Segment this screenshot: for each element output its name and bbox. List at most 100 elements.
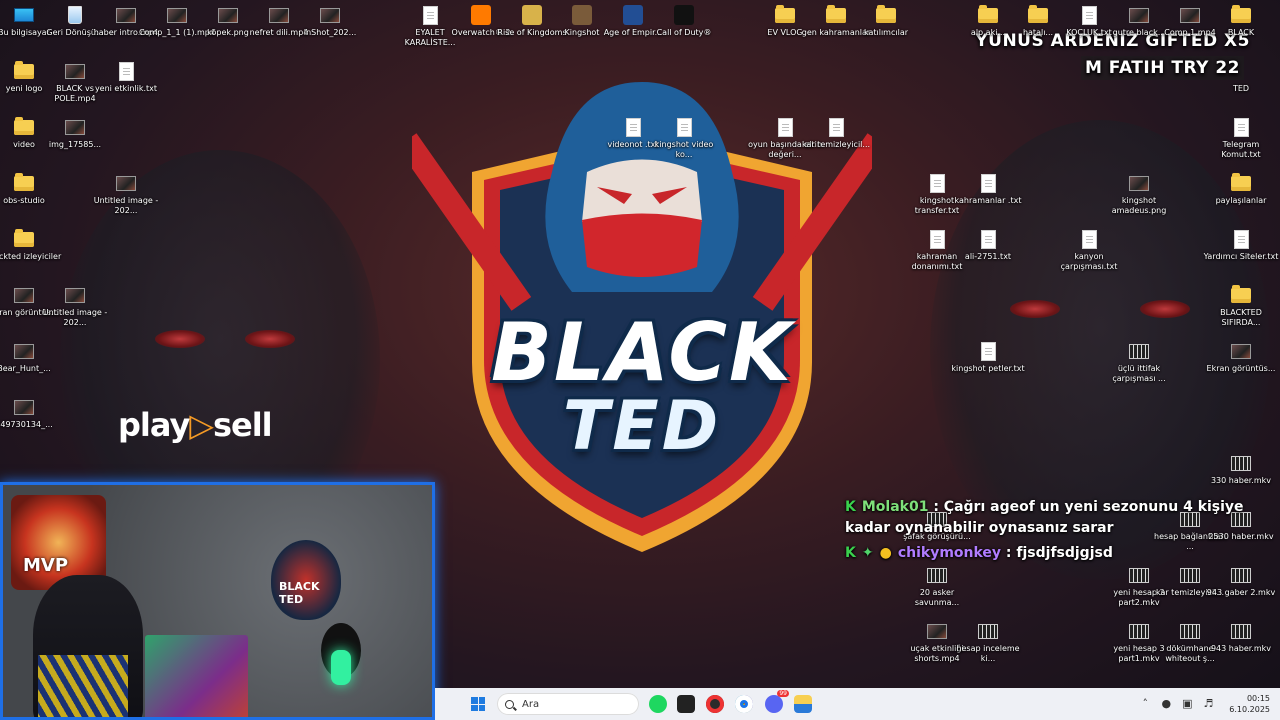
text-file-icon	[420, 5, 440, 25]
icon-glyph	[1180, 7, 1200, 23]
desktop-icon[interactable]: 943 gaber 2.mkv	[1203, 565, 1279, 598]
desktop-icon[interactable]: 549730134_...	[0, 397, 62, 430]
desktop-icon[interactable]: BLACK	[1203, 4, 1279, 38]
folder-icon	[1231, 4, 1251, 25]
icon-glyph	[929, 173, 945, 193]
icon-glyph	[978, 623, 998, 639]
icon-glyph	[522, 5, 542, 25]
obs-icon[interactable]	[706, 695, 724, 713]
image-thumbnail-icon	[116, 5, 136, 25]
desktop-icon[interactable]: obs-studio	[0, 172, 62, 206]
video-file-icon	[1180, 565, 1200, 585]
sparkle-icon: ✦	[861, 545, 874, 561]
taskbar-search[interactable]: Ara	[497, 693, 639, 715]
spotify-icon[interactable]	[649, 695, 667, 713]
desktop-icon-label: img_17585...	[48, 140, 102, 149]
video-file-icon	[1231, 565, 1251, 585]
desktop-icon[interactable]: Yardımcı Siteler.txt	[1203, 229, 1279, 262]
desktop-icon[interactable]: 330 haber.mkv	[1203, 453, 1279, 486]
discord-icon[interactable]: 99	[765, 690, 789, 713]
desktop-icon-label: Untitled image - 202...	[93, 196, 159, 215]
chat-username: chikymonkey	[897, 545, 1002, 561]
taskbar: Ara 99 ˄ ● ▣ ♬ 00:15 6.10.2025	[435, 688, 1280, 720]
desktop-icon[interactable]: kar temizleyicil...	[798, 117, 874, 150]
icon-glyph	[929, 229, 945, 249]
desktop-icon[interactable]: kingshot amadeus.png	[1101, 173, 1177, 216]
desktop-icon[interactable]: hesap inceleme ki...	[950, 621, 1026, 664]
desktop-icon[interactable]: img_17585...	[37, 117, 113, 150]
network-icon[interactable]: ▣	[1181, 698, 1193, 710]
desktop-icon[interactable]: InShot_202...	[292, 5, 368, 38]
image-thumbnail-icon	[320, 5, 340, 25]
start-button[interactable]	[471, 697, 485, 711]
icon-glyph	[269, 7, 289, 23]
folder-icon	[14, 116, 34, 137]
desktop-icon[interactable]: Bear_Hunt_...	[0, 341, 62, 374]
desktop-icon[interactable]: Ekran görüntüs...	[1203, 341, 1279, 374]
discord-badge: 99	[777, 690, 789, 697]
desktop-icon[interactable]: yeni etkinlik.txt	[88, 61, 164, 94]
folder-icon	[876, 4, 896, 25]
desktop-icon[interactable]: 943 haber.mkv	[1203, 621, 1279, 654]
desktop-icon-label: üçlü ittifak çarpışması ...	[1112, 364, 1166, 383]
text-file-icon	[978, 229, 998, 249]
desktop-icon[interactable]: kahramanlar .txt	[950, 173, 1026, 206]
icon-glyph	[1129, 7, 1149, 23]
desktop-icon-label: TED	[1232, 84, 1250, 93]
play-circle-icon: ▷	[189, 406, 214, 444]
desktop-icon-label: paylaşılanlar	[1215, 196, 1267, 205]
game-icon	[522, 5, 542, 25]
desktop-icon[interactable]: 20 asker savunma...	[899, 565, 975, 608]
background-eye	[155, 330, 205, 348]
desktop-icon[interactable]: BLACKTED SIFIRDA...	[1203, 284, 1279, 328]
desktop-icon[interactable]: Untitled image - 202...	[88, 173, 164, 216]
text-file-icon	[1231, 117, 1251, 137]
desktop-icon[interactable]: blackted izleyiciler	[0, 228, 62, 262]
text-file-icon	[1231, 229, 1251, 249]
desktop-icon[interactable]: Untitled image - 202...	[37, 285, 113, 328]
icon-glyph	[625, 117, 641, 137]
desktop-icon[interactable]: Call of Duty®	[646, 5, 722, 38]
icon-glyph	[14, 8, 34, 22]
volume-icon[interactable]: ♬	[1202, 698, 1214, 710]
desktop-icon[interactable]: kanyon çarpışması.txt	[1051, 229, 1127, 272]
desktop-icon[interactable]: kingshot petler.txt	[950, 341, 1026, 374]
image-thumbnail-icon	[1129, 5, 1149, 25]
image-thumbnail-icon	[167, 5, 187, 25]
chevron-up-icon[interactable]: ˄	[1139, 698, 1151, 710]
desktop-icon-label: 943 haber.mkv	[1210, 644, 1272, 653]
logo-word-black: BLACK	[490, 306, 794, 399]
desktop-icon[interactable]: paylaşılanlar	[1203, 172, 1279, 206]
desktop-icon[interactable]: üçlü ittifak çarpışması ...	[1101, 341, 1177, 384]
text-file-icon	[623, 117, 643, 137]
search-placeholder: Ara	[522, 698, 540, 710]
icon-glyph	[876, 4, 896, 23]
desktop-icon-label: 549730134_...	[0, 420, 53, 429]
desktop-icon-label: BLACKTED SIFIRDA...	[1220, 308, 1262, 327]
folder-icon	[1028, 4, 1048, 25]
desktop-icon-label: Bear_Hunt_...	[0, 364, 51, 373]
desktop-icon-label: kingshot petler.txt	[951, 364, 1025, 373]
desktop-icon[interactable]: katılımcılar	[848, 4, 924, 38]
mic-icon[interactable]: ●	[1160, 698, 1172, 710]
chat-username: Molak01	[861, 499, 929, 515]
icon-glyph	[1231, 172, 1251, 191]
desktop-icon-label: Yardımcı Siteler.txt	[1203, 252, 1279, 261]
desktop-icon[interactable]: Telegram Komut.txt	[1203, 117, 1279, 160]
clock-date: 6.10.2025	[1229, 705, 1270, 714]
game-icon	[623, 5, 643, 25]
capcut-icon[interactable]	[677, 695, 695, 713]
file-explorer-icon[interactable]	[794, 695, 812, 713]
video-file-icon	[1129, 341, 1149, 361]
webcam-logo-text: BLACK TED	[279, 580, 320, 606]
desktop-icon[interactable]: kingshot video ko...	[646, 117, 722, 160]
microphone-light	[331, 650, 351, 685]
background-eye	[245, 330, 295, 348]
clock[interactable]: 00:15 6.10.2025	[1229, 693, 1270, 715]
desktop-icon[interactable]: ali-2751.txt	[950, 229, 1026, 262]
desktop-icon-label: InShot_202...	[303, 28, 357, 37]
desktop-icon-label: kingshot video ko...	[654, 140, 714, 159]
desktop-icon[interactable]: TED	[1203, 61, 1279, 94]
chrome-icon[interactable]	[735, 695, 753, 713]
video-file-icon	[1231, 453, 1251, 473]
